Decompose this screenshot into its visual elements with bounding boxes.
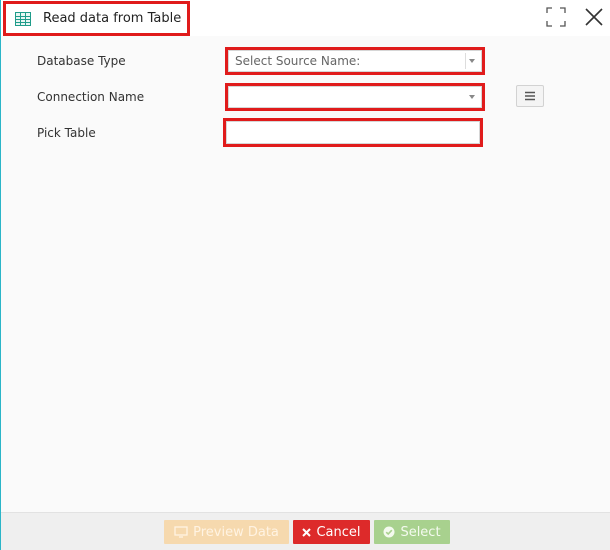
read-data-dialog: Read data from Table Database Type Selec… xyxy=(0,0,610,550)
connection-name-highlight xyxy=(225,83,485,111)
database-type-highlight: Select Source Name: xyxy=(225,47,485,75)
x-icon xyxy=(302,527,312,537)
maximize-icon xyxy=(546,7,566,27)
monitor-icon xyxy=(174,526,188,538)
cancel-label: Cancel xyxy=(316,524,361,540)
select-divider xyxy=(465,53,466,69)
database-type-label: Database Type xyxy=(37,54,126,68)
dialog-title: Read data from Table xyxy=(43,11,182,26)
connection-name-label: Connection Name xyxy=(37,90,145,104)
select-button[interactable]: Select xyxy=(374,520,450,544)
chevron-down-icon xyxy=(469,59,475,63)
database-type-placeholder: Select Source Name: xyxy=(235,54,361,68)
pick-table-label: Pick Table xyxy=(37,126,96,140)
preview-data-label: Preview Data xyxy=(193,524,279,540)
dialog-titlebar: Read data from Table xyxy=(1,0,610,36)
dialog-footer: Preview Data Cancel Select xyxy=(1,512,610,550)
check-circle-icon xyxy=(383,526,395,538)
preview-data-button[interactable]: Preview Data xyxy=(164,520,289,544)
pick-table-highlight xyxy=(223,118,483,147)
table-icon xyxy=(15,11,31,26)
maximize-button[interactable] xyxy=(545,6,567,28)
title-highlight: Read data from Table xyxy=(3,1,190,36)
pick-table-input[interactable] xyxy=(226,121,480,144)
hamburger-menu-icon xyxy=(525,91,535,101)
cancel-button[interactable]: Cancel xyxy=(293,520,370,544)
database-type-select[interactable]: Select Source Name: xyxy=(228,50,482,72)
close-button[interactable] xyxy=(583,6,605,28)
select-label: Select xyxy=(400,524,441,540)
dialog-content: Database Type Select Source Name: Connec… xyxy=(1,36,610,512)
connection-name-select[interactable] xyxy=(228,86,482,108)
chevron-down-icon xyxy=(469,95,475,99)
pick-table-menu-button[interactable] xyxy=(516,85,544,107)
close-icon xyxy=(585,8,603,26)
